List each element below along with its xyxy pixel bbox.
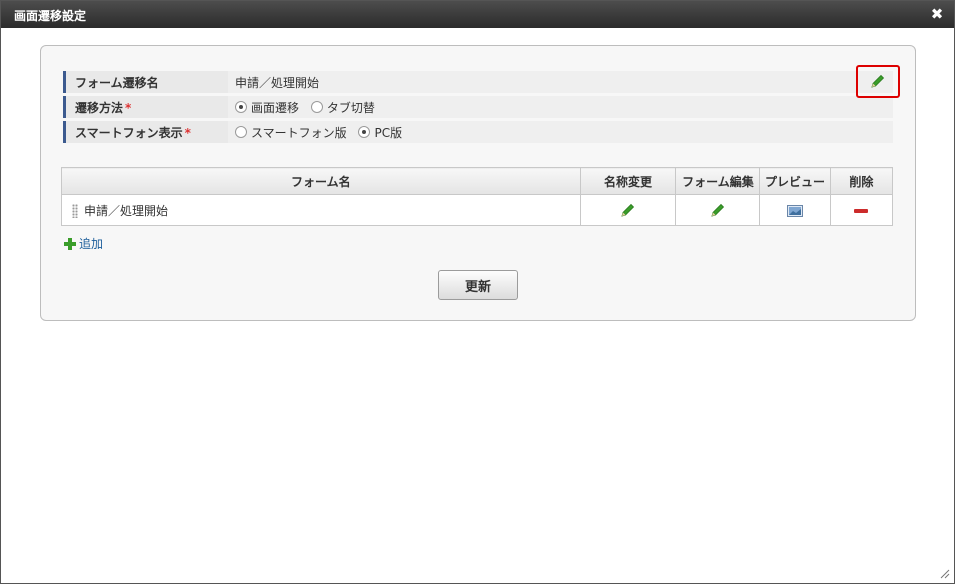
dialog: 画面遷移設定 ✖ フォーム遷移名 申請／処理開始 遷移方法 * 画面遷移 タブ切替 xyxy=(0,0,955,584)
column-rename: 名称変更 xyxy=(579,167,677,195)
required-mark: * xyxy=(184,125,191,140)
form-edit-cell xyxy=(675,194,761,226)
pencil-icon[interactable] xyxy=(620,202,636,218)
title-bar[interactable]: 画面遷移設定 ✖ xyxy=(1,1,954,28)
required-mark: * xyxy=(125,100,132,115)
radio-smartphone-version[interactable] xyxy=(235,125,247,138)
form-transition-name-value: 申請／処理開始 xyxy=(228,71,893,93)
column-preview: プレビュー xyxy=(759,167,831,195)
add-label[interactable]: 追加 xyxy=(79,237,103,251)
dialog-title: 画面遷移設定 xyxy=(14,9,87,23)
transition-method-label: 遷移方法 * xyxy=(63,96,228,118)
column-delete: 削除 xyxy=(829,167,894,195)
transition-method-options: 画面遷移 タブ切替 xyxy=(228,96,893,118)
delete-cell xyxy=(829,194,894,226)
property-row-transition-method: 遷移方法 * 画面遷移 タブ切替 xyxy=(63,96,893,118)
properties-table: フォーム遷移名 申請／処理開始 遷移方法 * 画面遷移 タブ切替 スマートフォン表… xyxy=(63,68,893,146)
radio-pc-version[interactable] xyxy=(358,125,371,138)
pencil-icon[interactable] xyxy=(870,73,886,89)
edit-button-highlight[interactable] xyxy=(856,65,900,98)
smartphone-display-label-text: スマートフォン表示 xyxy=(75,125,183,140)
minus-icon[interactable] xyxy=(854,208,869,214)
rename-cell xyxy=(579,194,677,226)
radio-smartphone-version-label[interactable]: スマートフォン版 xyxy=(251,126,347,140)
radio-tab-switch[interactable] xyxy=(310,100,323,113)
property-row-smartphone-display: スマートフォン表示 * スマートフォン版 PC版 xyxy=(63,121,893,143)
form-transition-name-label-text: フォーム遷移名 xyxy=(75,75,159,90)
transition-method-label-text: 遷移方法 xyxy=(75,100,124,115)
radio-pc-version-label[interactable]: PC版 xyxy=(374,126,402,140)
smartphone-display-options: スマートフォン版 PC版 xyxy=(228,121,893,143)
close-icon[interactable]: ✖ xyxy=(930,7,944,22)
property-row-form-transition-name: フォーム遷移名 申請／処理開始 xyxy=(63,71,893,93)
form-transition-name-text: 申請／処理開始 xyxy=(235,75,320,90)
grid-header-row: フォーム名 名称変更 フォーム編集 プレビュー 削除 xyxy=(61,167,894,195)
form-grid: フォーム名 名称変更 フォーム編集 プレビュー 削除 申請／処理開始 xyxy=(61,167,894,226)
plus-icon[interactable] xyxy=(64,238,76,250)
add-link[interactable]: 追加 xyxy=(64,235,103,252)
form-name-text: 申請／処理開始 xyxy=(84,203,169,218)
update-button[interactable]: 更新 xyxy=(438,270,518,300)
resize-grip-icon[interactable] xyxy=(938,567,950,579)
smartphone-display-label: スマートフォン表示 * xyxy=(63,121,228,143)
pencil-icon[interactable] xyxy=(710,202,726,218)
form-transition-name-label: フォーム遷移名 xyxy=(63,71,228,93)
radio-tab-switch-label[interactable]: タブ切替 xyxy=(327,101,375,115)
column-form-name: フォーム名 xyxy=(61,167,581,195)
form-name-cell: 申請／処理開始 xyxy=(61,194,581,226)
preview-cell xyxy=(759,194,831,226)
preview-icon[interactable] xyxy=(787,204,804,217)
column-form-edit: フォーム編集 xyxy=(675,167,761,195)
radio-screen-transition[interactable] xyxy=(235,100,247,113)
table-row: 申請／処理開始 xyxy=(61,194,894,226)
drag-handle-icon[interactable] xyxy=(72,204,78,218)
radio-screen-transition-label[interactable]: 画面遷移 xyxy=(251,101,299,115)
settings-panel: フォーム遷移名 申請／処理開始 遷移方法 * 画面遷移 タブ切替 スマートフォン表… xyxy=(40,45,916,321)
